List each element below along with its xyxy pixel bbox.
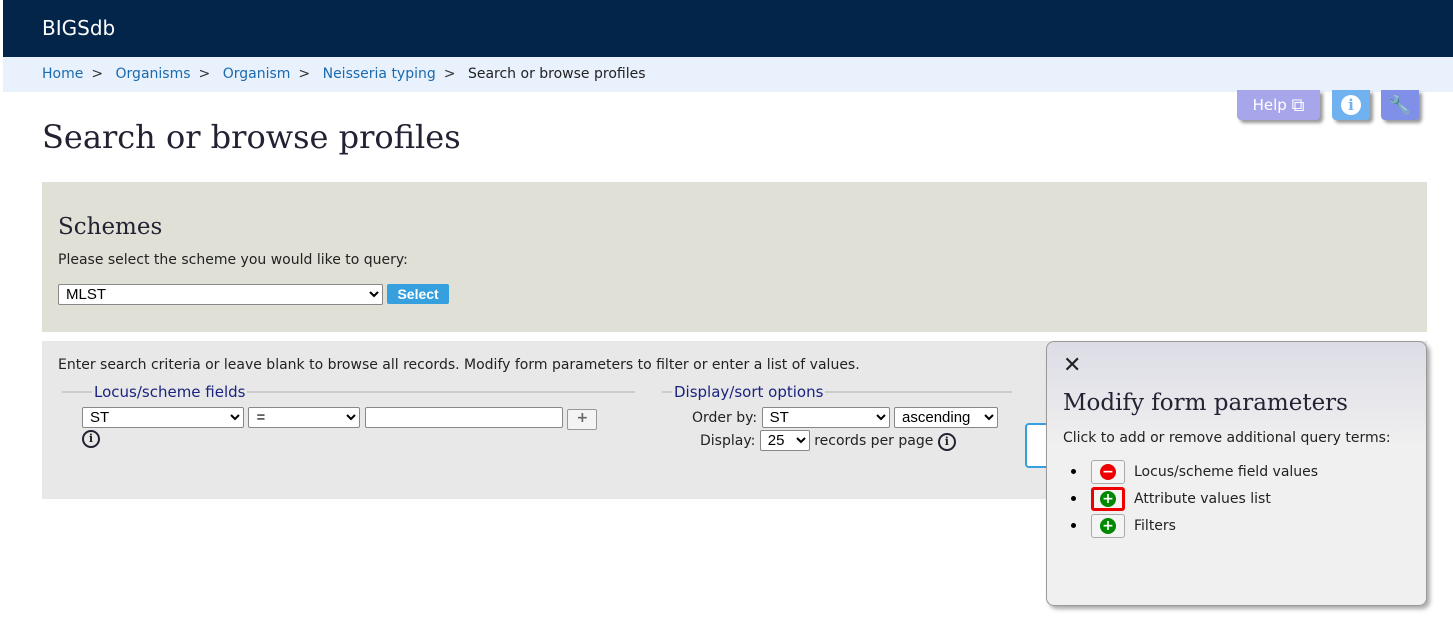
info-icon: i	[1341, 95, 1361, 115]
list-item: + Attribute values list	[1071, 485, 1410, 512]
close-icon[interactable]: ✕	[1063, 355, 1410, 377]
breadcrumb-neisseria-typing[interactable]: Neisseria typing	[323, 66, 436, 82]
operator-select[interactable]: =	[248, 407, 361, 428]
panel-instruction: Click to add or remove additional query …	[1063, 430, 1391, 446]
external-link-icon: ⧉	[1291, 94, 1305, 116]
add-filters-button[interactable]: +	[1091, 513, 1125, 538]
select-button[interactable]: Select	[387, 284, 449, 304]
add-row-button[interactable]: +	[567, 409, 598, 430]
item-label: Locus/scheme field values	[1134, 463, 1319, 480]
list-item: + Filters	[1071, 512, 1410, 539]
app-title[interactable]: BIGSdb	[42, 16, 115, 40]
help-button[interactable]: Help ⧉	[1237, 90, 1320, 120]
item-label: Filters	[1134, 517, 1176, 534]
list-item: − Locus/scheme field values	[1071, 458, 1410, 485]
tools-button[interactable]: 🔧	[1381, 90, 1419, 120]
breadcrumb-current: Search or browse profiles	[467, 66, 646, 82]
locus-legend: Locus/scheme fields	[94, 383, 246, 401]
display-fieldset: Display/sort options Order by: ST ascend…	[662, 383, 1012, 463]
add-attribute-button[interactable]: +	[1091, 486, 1125, 511]
scheme-select[interactable]: MLST	[58, 284, 383, 305]
wrench-icon: 🔧	[1388, 94, 1412, 116]
display-select[interactable]: 25	[759, 430, 810, 451]
info-icon[interactable]: i	[937, 433, 956, 451]
order-select[interactable]: ascending	[894, 407, 999, 428]
app-header: BIGSdb	[3, 0, 1453, 57]
schemes-heading: Schemes	[58, 214, 163, 240]
display-label: Display:	[700, 433, 756, 449]
schemes-panel: Schemes Please select the scheme you wou…	[42, 182, 1427, 332]
order-by-select[interactable]: ST	[761, 407, 890, 428]
breadcrumb-organisms[interactable]: Organisms	[116, 66, 191, 82]
breadcrumb-organism[interactable]: Organism	[223, 66, 291, 82]
breadcrumb-home[interactable]: Home	[42, 66, 83, 82]
schemes-prompt: Please select the scheme you would like …	[58, 252, 408, 268]
info-icon[interactable]: i	[82, 430, 100, 448]
remove-locus-button[interactable]: −	[1091, 459, 1125, 484]
plus-circle-icon: +	[1100, 490, 1116, 507]
help-label: Help	[1252, 96, 1287, 114]
breadcrumb: Home > Organisms > Organism > Neisseria typ…	[3, 57, 1453, 92]
locus-fieldset: Locus/scheme fields ST = + i	[62, 383, 635, 448]
plus-circle-icon: +	[1100, 517, 1116, 534]
item-label: Attribute values list	[1134, 490, 1271, 507]
panel-title: Modify form parameters	[1063, 390, 1348, 416]
display-legend: Display/sort options	[674, 383, 824, 401]
modify-form-panel: ✕ Modify form parameters Click to add or…	[1046, 341, 1427, 606]
minus-circle-icon: −	[1100, 463, 1116, 480]
info-button[interactable]: i	[1332, 90, 1370, 120]
page-title: Search or browse profiles	[42, 118, 461, 156]
order-by-label: Order by:	[692, 410, 758, 426]
field-select[interactable]: ST	[82, 407, 244, 428]
records-label: records per page	[814, 433, 934, 449]
value-input[interactable]	[364, 407, 563, 428]
